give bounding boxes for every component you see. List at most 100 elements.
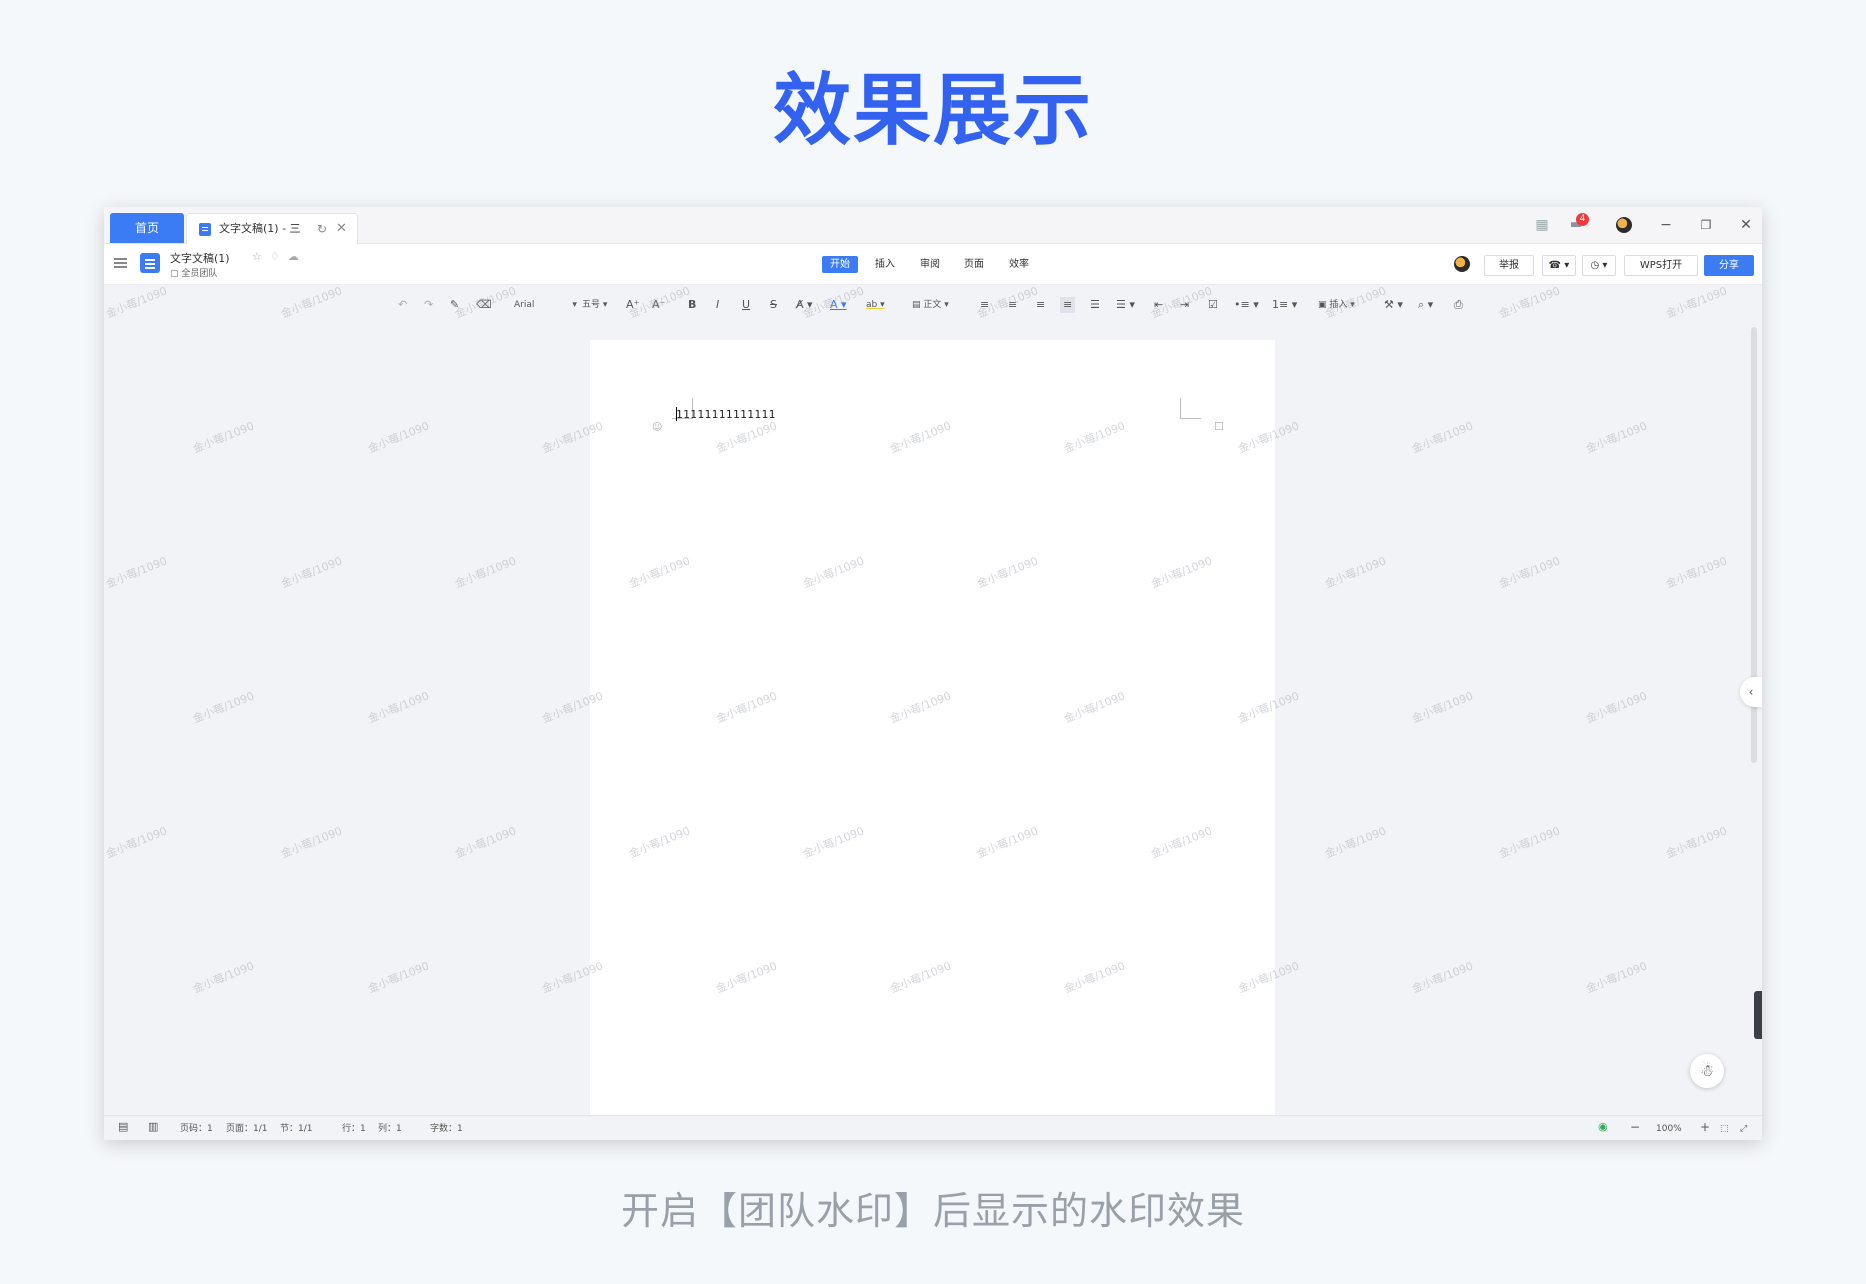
status-bar: ▤ ▥ 页码：1 页面：1/1 节：1/1 行：1 列：1 字数：1 ◉ − 1… (104, 1115, 1762, 1140)
paragraph-style-value: 正文 (923, 300, 942, 310)
watermark: 金小莓/1090 (1323, 824, 1388, 861)
side-panel-handle[interactable] (1754, 991, 1762, 1039)
fullscreen-icon[interactable]: ⤢ (1740, 1123, 1747, 1135)
watermark: 金小莓/1090 (366, 689, 431, 726)
strikethrough-icon[interactable]: S (770, 297, 777, 313)
share-button[interactable]: 分享 (1704, 255, 1754, 276)
tab-insert[interactable]: 插入 (867, 256, 903, 273)
hero-title: 效果展示 (772, 66, 1093, 156)
status-words: 字数：1 (430, 1124, 463, 1134)
tag-icon[interactable]: ♢ (270, 250, 288, 263)
font-size-value: 五号 (582, 300, 601, 310)
tab-review[interactable]: 审阅 (912, 256, 948, 273)
indent-decrease-icon[interactable]: ⇤ (1154, 297, 1163, 313)
watermark: 金小莓/1090 (1497, 824, 1562, 861)
title-actions: ☆♢☁ (252, 250, 307, 263)
star-icon[interactable]: ☆ (252, 250, 270, 263)
sync-status-icon[interactable]: ◉ (1598, 1121, 1608, 1133)
collapse-icon[interactable]: ‹ (1740, 677, 1762, 707)
numbered-list-icon[interactable]: 1≡ ▾ (1272, 297, 1297, 313)
line-spacing-icon[interactable]: ☰ ▾ (1116, 297, 1135, 313)
tab-start[interactable]: 开始 (822, 256, 858, 273)
apps-icon[interactable]: ▦ (1532, 207, 1552, 243)
watermark: 金小莓/1090 (279, 824, 344, 861)
undo-icon[interactable]: ↶ (398, 297, 407, 313)
doc-icon (199, 223, 211, 236)
title-row: 文字文稿(1) ▢ 全员团队 ☆♢☁ 开始 插入 审阅 页面 效率 举报 ☎ ▾… (104, 244, 1762, 285)
document-page[interactable]: ☺ ☐ 11111111111111 (590, 340, 1275, 1140)
underline-icon[interactable]: U (742, 297, 750, 313)
insert-menu[interactable]: ▣ 插入 ▾ (1318, 297, 1355, 313)
align-center-icon[interactable]: ≡ (1008, 297, 1017, 313)
status-col: 列：1 (378, 1124, 402, 1134)
tab-page[interactable]: 页面 (956, 256, 992, 273)
team-label: 全员团队 (181, 269, 218, 279)
history-icon[interactable]: ◷ ▾ (1582, 255, 1616, 276)
window-close-icon[interactable]: ✕ (1736, 207, 1756, 243)
watermark: 金小莓/1090 (1584, 689, 1649, 726)
tools-icon[interactable]: ⚒ ▾ (1384, 297, 1403, 313)
watermark: 金小莓/1090 (366, 959, 431, 996)
bullet-list-icon[interactable]: •≡ ▾ (1234, 297, 1259, 313)
align-right-icon[interactable]: ≡ (1036, 297, 1045, 313)
grow-font-icon[interactable]: A⁺ (626, 297, 639, 313)
restore-icon[interactable]: ❐ (1696, 207, 1716, 243)
paragraph-style-select[interactable]: ▤ 正文 ▾ (912, 297, 949, 313)
watermark: 金小莓/1090 (1410, 419, 1475, 456)
text-effect-icon[interactable]: A̸ ▾ (796, 297, 813, 313)
indent-increase-icon[interactable]: ⇥ (1180, 297, 1189, 313)
tab-home[interactable]: 首页 (110, 213, 184, 243)
font-size-select[interactable]: 五号 ▾ (582, 297, 607, 313)
font-color-icon[interactable]: A ▾ (830, 297, 847, 313)
tab-document[interactable]: 文字文稿(1) - 三 ↻ ✕ (186, 213, 358, 244)
document-name[interactable]: 文字文稿(1) (170, 250, 230, 266)
eraser-icon[interactable]: ⌫ (476, 297, 492, 313)
distributed-icon[interactable]: ☰ (1090, 297, 1100, 313)
report-button[interactable]: 举报 (1484, 255, 1534, 276)
watermark: 金小莓/1090 (366, 419, 431, 456)
open-wps-button[interactable]: WPS打开 (1624, 255, 1698, 276)
team-name[interactable]: ▢ 全员团队 (170, 266, 217, 279)
emoji-icon[interactable]: ☺ (652, 422, 662, 433)
collaborator-avatar[interactable] (1454, 256, 1470, 272)
watermark: 金小莓/1090 (191, 689, 256, 726)
redo-icon[interactable]: ↷ (424, 297, 433, 313)
watermark: 金小莓/1090 (191, 959, 256, 996)
tab-efficiency[interactable]: 效率 (1001, 256, 1037, 273)
document-body-text[interactable]: 11111111111111 (676, 408, 776, 421)
tab-bar: 首页 文字文稿(1) - 三 ↻ ✕ ▦ ▬ 4 − ❐ ✕ (104, 207, 1762, 244)
align-left-icon[interactable]: ≡ (980, 297, 989, 313)
font-family-value: Arial (514, 300, 535, 310)
bold-icon[interactable]: B (688, 297, 696, 313)
highlight-icon[interactable]: ab ▾ (866, 297, 885, 313)
watermark: 金小莓/1090 (453, 554, 518, 591)
fit-icon[interactable]: ⬚ (1720, 1123, 1729, 1135)
watermark: 金小莓/1090 (1664, 554, 1729, 591)
watermark: 金小莓/1090 (1664, 824, 1729, 861)
shrink-font-icon[interactable]: A⁻ (652, 297, 665, 313)
phone-icon[interactable]: ☎ ▾ (1542, 255, 1576, 276)
cloud-icon[interactable]: ☁ (288, 250, 307, 263)
italic-icon[interactable]: I (716, 297, 719, 313)
avatar[interactable] (1616, 217, 1632, 233)
page-view-icon[interactable]: ▤ (118, 1121, 128, 1133)
font-family-select[interactable]: Arial ▾ (514, 297, 577, 313)
notification-badge: 4 (1576, 213, 1589, 226)
zoom-out-icon[interactable]: − (1630, 1121, 1640, 1133)
search-icon[interactable]: ⌕ ▾ (1418, 297, 1433, 313)
format-toolbar: ↶ ↷ ✎ ⌫ Arial ▾ 五号 ▾ A⁺ A⁻ B I U S A̸ ▾ A… (104, 285, 1762, 325)
assistant-icon[interactable]: ☃ (1690, 1054, 1724, 1088)
checkbox-icon[interactable]: ☑ (1208, 297, 1218, 313)
reload-icon[interactable]: ↻ (317, 214, 327, 244)
close-icon[interactable]: ✕ (336, 214, 347, 244)
zoom-level[interactable]: 100% (1656, 1123, 1682, 1135)
outline-view-icon[interactable]: ▥ (148, 1121, 158, 1133)
comment-icon[interactable]: ☐ (1214, 420, 1224, 433)
menu-icon[interactable] (114, 258, 127, 260)
minimize-icon[interactable]: − (1656, 207, 1676, 243)
watermark: 金小莓/1090 (1497, 554, 1562, 591)
print-icon[interactable]: ⎙ (1454, 297, 1463, 313)
justify-icon[interactable]: ≡ (1060, 297, 1076, 313)
zoom-in-icon[interactable]: + (1700, 1121, 1710, 1133)
format-painter-icon[interactable]: ✎ (450, 297, 459, 313)
